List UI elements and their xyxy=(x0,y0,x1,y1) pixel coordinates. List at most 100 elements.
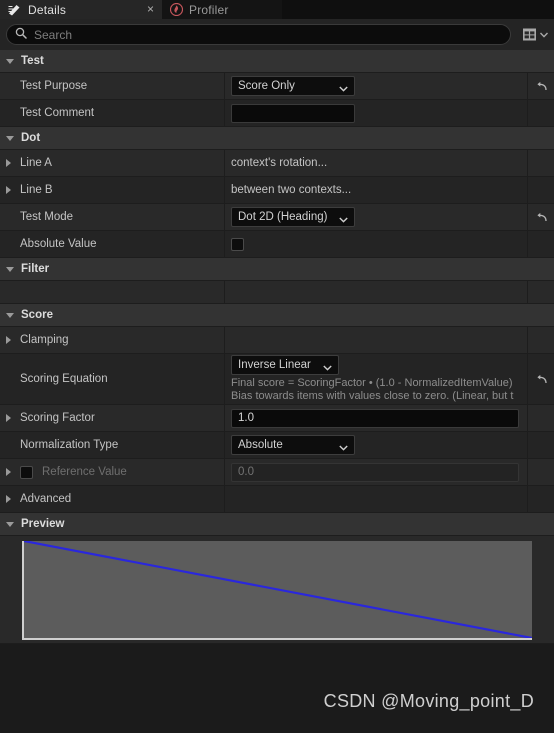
property-value-cell: Inverse Linear Final score = ScoringFact… xyxy=(225,354,528,404)
chevron-down-icon[interactable] xyxy=(540,24,548,46)
chevron-right-icon[interactable] xyxy=(6,159,11,167)
row-test-purpose: Test Purpose Score Only xyxy=(0,73,554,100)
tab-label: Profiler xyxy=(189,2,229,17)
chevron-down-icon xyxy=(6,266,14,272)
grid-view-icon[interactable] xyxy=(518,24,540,46)
test-purpose-dropdown[interactable]: Score Only xyxy=(231,76,355,96)
profiler-flame-icon xyxy=(169,2,184,17)
row-normalization-type: Normalization Type Absolute xyxy=(0,432,554,459)
category-header-test[interactable]: Test xyxy=(0,50,554,73)
property-name-cell: Line A xyxy=(0,150,225,176)
category-header-preview[interactable]: Preview xyxy=(0,513,554,536)
chevron-down-icon xyxy=(6,135,14,141)
category-title: Preview xyxy=(21,518,65,530)
footer: CSDN @Moving_point_D xyxy=(0,670,554,733)
property-value-cell xyxy=(225,327,528,353)
tab-profiler[interactable]: Profiler xyxy=(162,0,282,19)
revert-arrow-icon[interactable] xyxy=(535,80,548,93)
property-name-cell: Test Mode xyxy=(0,204,225,230)
property-name-cell: Test Comment xyxy=(0,100,225,126)
reset-cell xyxy=(528,405,554,431)
property-value-cell: 0.0 xyxy=(225,459,528,485)
reset-cell xyxy=(528,150,554,176)
property-label: Scoring Factor xyxy=(20,412,95,424)
property-value-cell: Dot 2D (Heading) xyxy=(225,204,528,230)
reset-cell xyxy=(528,204,554,230)
equation-description-line2: Bias towards items with values close to … xyxy=(231,390,514,402)
details-icon xyxy=(8,3,22,16)
tab-details[interactable]: Details × xyxy=(0,0,162,19)
dropdown-value: Inverse Linear xyxy=(238,359,311,371)
reset-cell xyxy=(528,100,554,126)
property-label: Test Comment xyxy=(20,107,95,119)
reset-cell xyxy=(528,354,554,404)
property-label: Test Purpose xyxy=(20,80,88,92)
property-tree: Test Test Purpose Score Only Test Commen… xyxy=(0,50,554,644)
reference-value-input[interactable]: 0.0 xyxy=(231,462,519,482)
chevron-down-icon xyxy=(323,362,332,371)
search-box[interactable] xyxy=(6,24,511,45)
details-panel: Details × Profiler Search Test Test Purp… xyxy=(0,0,554,733)
search-input[interactable] xyxy=(34,27,502,42)
property-name-cell: Scoring Equation xyxy=(0,354,225,404)
revert-arrow-icon[interactable] xyxy=(535,211,548,224)
row-absolute-value: Absolute Value xyxy=(0,231,554,258)
reference-value-checkbox[interactable] xyxy=(20,465,33,479)
chevron-right-icon[interactable] xyxy=(6,414,11,422)
row-clamping: Clamping xyxy=(0,327,554,354)
property-name-cell: Absolute Value xyxy=(0,231,225,257)
test-mode-dropdown[interactable]: Dot 2D (Heading) xyxy=(231,207,355,227)
revert-arrow-icon[interactable] xyxy=(535,373,548,386)
category-header-filter[interactable]: Filter xyxy=(0,258,554,281)
reset-cell xyxy=(528,432,554,458)
chevron-right-icon[interactable] xyxy=(6,495,11,503)
chevron-down-icon xyxy=(339,442,348,451)
chevron-right-icon[interactable] xyxy=(6,186,11,194)
category-header-score[interactable]: Score xyxy=(0,304,554,327)
category-title: Score xyxy=(21,309,53,321)
row-filter-empty xyxy=(0,281,554,304)
property-name-cell: Clamping xyxy=(0,327,225,353)
reset-cell xyxy=(528,459,554,485)
property-value-cell xyxy=(225,231,528,257)
property-value-cell: Absolute xyxy=(225,432,528,458)
tab-label: Details xyxy=(28,2,67,17)
chevron-right-icon[interactable] xyxy=(6,468,11,476)
property-value-cell xyxy=(225,486,528,512)
input-value: 0.0 xyxy=(238,466,254,478)
scoring-factor-input[interactable]: 1.0 xyxy=(231,408,519,428)
scoring-curve-chart xyxy=(22,541,532,640)
property-name-cell: Line B xyxy=(0,177,225,203)
property-label: Line B xyxy=(20,184,53,196)
scoring-equation-dropdown[interactable]: Inverse Linear xyxy=(231,355,339,375)
category-title: Filter xyxy=(21,263,50,275)
chevron-down-icon xyxy=(6,58,14,64)
normalization-type-dropdown[interactable]: Absolute xyxy=(231,435,355,455)
chevron-right-icon[interactable] xyxy=(6,336,11,344)
watermark-text: CSDN @Moving_point_D xyxy=(323,691,534,711)
property-value-cell: context's rotation... xyxy=(225,150,528,176)
category-header-dot[interactable]: Dot xyxy=(0,127,554,150)
dropdown-value: Absolute xyxy=(238,439,283,451)
chevron-down-icon xyxy=(6,521,14,527)
property-label: Clamping xyxy=(20,334,69,346)
row-reference-value: Reference Value 0.0 xyxy=(0,459,554,486)
close-icon[interactable]: × xyxy=(147,1,154,17)
reset-cell xyxy=(528,486,554,512)
property-name-cell: Normalization Type xyxy=(0,432,225,458)
property-label: Normalization Type xyxy=(20,439,119,451)
property-label: Line A xyxy=(20,157,52,169)
chevron-down-icon xyxy=(339,214,348,223)
property-name-cell: Scoring Factor xyxy=(0,405,225,431)
category-title: Dot xyxy=(21,132,41,144)
chevron-down-icon xyxy=(339,83,348,92)
property-value-cell: between two contexts... xyxy=(225,177,528,203)
search-row xyxy=(0,19,554,50)
reset-cell xyxy=(528,327,554,353)
reset-cell xyxy=(528,73,554,99)
property-value: between two contexts... xyxy=(231,184,352,196)
absolute-value-checkbox[interactable] xyxy=(231,237,244,251)
reset-cell xyxy=(528,281,554,303)
test-comment-input[interactable] xyxy=(231,103,355,123)
row-scoring-equation: Scoring Equation Inverse Linear Final sc… xyxy=(0,354,554,405)
